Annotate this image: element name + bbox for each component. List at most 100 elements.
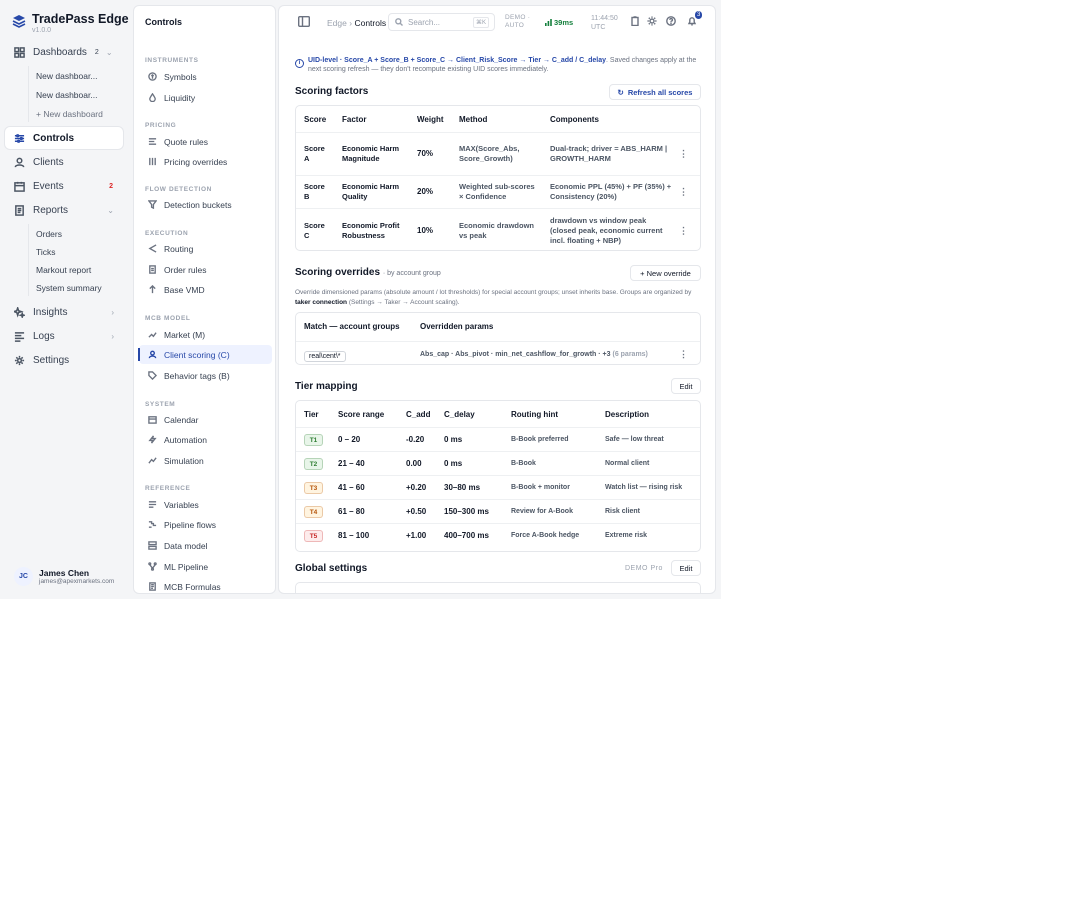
control-item-detection-buckets[interactable]: Detection buckets [139, 195, 272, 214]
edit-global-settings-button[interactable]: Edit [671, 560, 701, 576]
chevron-right-icon[interactable]: › [111, 332, 114, 341]
row-menu-icon[interactable]: ⋮ [679, 187, 688, 198]
sidebar-item-events[interactable]: Events 2 [5, 175, 123, 197]
new-override-button[interactable]: + New override [630, 265, 701, 281]
control-item-pipeline-flows[interactable]: Pipeline flows [139, 515, 272, 534]
sparkle-icon [14, 306, 25, 318]
sidebar-item-clients[interactable]: Clients [5, 151, 123, 173]
row-menu-icon[interactable]: ⋮ [679, 149, 688, 160]
table-row[interactable]: Score A Economic Harm Magnitude 70% MAX(Sco… [296, 132, 700, 175]
sidebar-item-reports[interactable]: Reports ⌄ [5, 199, 123, 221]
row-menu-icon[interactable]: ⋮ [679, 225, 688, 236]
route-icon [148, 244, 157, 253]
column-header: Score [304, 115, 327, 124]
search-input[interactable]: Search... ⌘K [388, 13, 495, 31]
gear-icon [14, 355, 25, 365]
control-item-calendar[interactable]: Calendar [139, 410, 272, 429]
user-icon [14, 157, 25, 167]
sidebar-item-insights[interactable]: Insights › [5, 301, 123, 323]
dashboard-link[interactable]: New dashboar... [36, 90, 97, 100]
tier-range: 21 – 40 [338, 459, 365, 468]
new-dashboard-link[interactable]: + New dashboard [36, 109, 103, 119]
dollar-icon [148, 72, 157, 81]
table-row[interactable]: T2 21 – 40 0.00 0 ms B-Book Normal client [296, 451, 700, 475]
control-item-symbols[interactable]: Symbols [139, 67, 272, 86]
sidebar-toggle-icon[interactable] [298, 16, 310, 27]
control-item-liquidity[interactable]: Liquidity [139, 88, 272, 107]
refresh-all-scores-label: Refresh all scores [627, 87, 693, 97]
section-header: INSTRUMENTS [145, 57, 199, 64]
breadcrumb-current: Controls [354, 18, 387, 28]
chevron-down-icon[interactable]: ⌄ [106, 48, 113, 57]
sidebar-item-dashboards[interactable]: Dashboards 2 ⌄ [5, 41, 123, 63]
control-item-pricing-overrides[interactable]: Pricing overrides [139, 152, 272, 171]
control-item-simulation[interactable]: Simulation [139, 451, 272, 470]
edit-tier-mapping-button[interactable]: Edit [671, 378, 701, 394]
dashboard-link[interactable]: New dashboar... [36, 71, 97, 81]
table-row[interactable]: Score B Economic Harm Quality 20% Weighted … [296, 175, 700, 208]
chevron-right-icon[interactable]: › [111, 308, 114, 317]
control-item-behavior-tags-b[interactable]: Behavior tags (B) [139, 366, 272, 385]
tree-line [28, 66, 29, 122]
sun-icon[interactable] [647, 16, 657, 26]
control-item-market-m[interactable]: Market (M) [139, 325, 272, 344]
tier-range: 81 – 100 [338, 531, 370, 540]
control-item-label: Symbols [164, 71, 197, 82]
tier-mapping-table: Tier Score range C_add C_delay Routing hint D… [295, 400, 701, 552]
control-item-ml-pipeline[interactable]: ML Pipeline [139, 557, 272, 576]
info-banner: i UID-level · Score_A + Score_B + Score_… [295, 56, 705, 74]
tier-hint: B-Book [511, 460, 536, 467]
overrides-table: Match — account groups Overridden params… [295, 312, 701, 365]
row-menu-icon[interactable]: ⋮ [679, 349, 688, 360]
control-item-data-model[interactable]: Data model [139, 536, 272, 555]
sidebar-item-logs[interactable]: Logs › [5, 325, 123, 347]
table-row[interactable]: T3 41 – 60 +0.20 30–80 ms B-Book + monitor Wa… [296, 475, 700, 499]
control-item-automation[interactable]: Automation [139, 430, 272, 449]
chevron-down-icon[interactable]: ⌄ [107, 206, 114, 215]
breadcrumb-root[interactable]: Edge [327, 18, 347, 28]
brand-version: v1.0.0 [32, 27, 52, 34]
control-item-label: Order rules [164, 264, 207, 275]
refresh-all-scores-button[interactable]: ↻ Refresh all scores [609, 84, 701, 100]
tier-add: +0.50 [406, 507, 427, 516]
sidebar-item-controls[interactable]: Controls [5, 127, 123, 149]
control-item-variables[interactable]: Variables [139, 495, 272, 514]
count-badge: 2 [109, 182, 113, 190]
brand-name: TradePass Edge [32, 12, 129, 26]
control-item-base-vmd[interactable]: Base VMD [139, 280, 272, 299]
control-item-client-scoring-c[interactable]: Client scoring (C) [138, 345, 272, 364]
user-profile[interactable]: JC James Chen james@apexmarkets.com [14, 567, 114, 586]
table-row[interactable]: real\cent\* Abs_cap · Abs_pivot · min_ne… [296, 341, 700, 364]
report-link-system-summary[interactable]: System summary [36, 283, 102, 293]
control-item-quote-rules[interactable]: Quote rules [139, 132, 272, 151]
control-item-mcb-formulas[interactable]: MCB Formulas [139, 577, 272, 593]
tier-desc: Extreme risk [605, 532, 648, 539]
help-icon[interactable] [666, 16, 676, 26]
latency-indicator: 39ms [545, 18, 573, 27]
control-item-label: MCB Formulas [164, 581, 221, 592]
tier-delay: 0 ms [444, 435, 463, 444]
table-row[interactable]: Score C Economic Profit Robustness 10% Econ… [296, 208, 700, 250]
taker-connection-link[interactable]: taker connection [295, 299, 347, 306]
control-item-routing[interactable]: Routing [139, 239, 272, 258]
report-link-markout[interactable]: Markout report [36, 265, 91, 275]
table-row[interactable]: T4 61 – 80 +0.50 150–300 ms Review for A-Boo… [296, 499, 700, 523]
control-item-label: Pricing overrides [164, 156, 228, 167]
report-link-orders[interactable]: Orders [36, 229, 62, 239]
app-window: TradePass Edge v1.0.0 Dashboards 2 ⌄ New da… [0, 0, 721, 599]
report-link-ticks[interactable]: Ticks [36, 247, 56, 257]
tier-hint: Force A-Book hedge [511, 532, 580, 539]
tier-add: +1.00 [406, 531, 427, 540]
clipboard-icon[interactable] [630, 16, 640, 26]
table-row[interactable]: T5 81 – 100 +1.00 400–700 ms Force A-Book he… [296, 523, 700, 547]
panel-title: Controls [145, 17, 182, 27]
info-icon: i [295, 59, 304, 68]
tier-desc: Risk client [605, 508, 641, 515]
user-icon [148, 350, 157, 359]
tier-badge: T4 [304, 506, 323, 518]
table-row[interactable]: T1 0 – 20 -0.20 0 ms B-Book preferred Safe — … [296, 427, 700, 451]
control-item-order-rules[interactable]: Order rules [139, 260, 272, 279]
tier-delay: 400–700 ms [444, 531, 489, 540]
sidebar-item-settings[interactable]: Settings [5, 349, 123, 371]
control-item-label: Quote rules [164, 136, 208, 147]
